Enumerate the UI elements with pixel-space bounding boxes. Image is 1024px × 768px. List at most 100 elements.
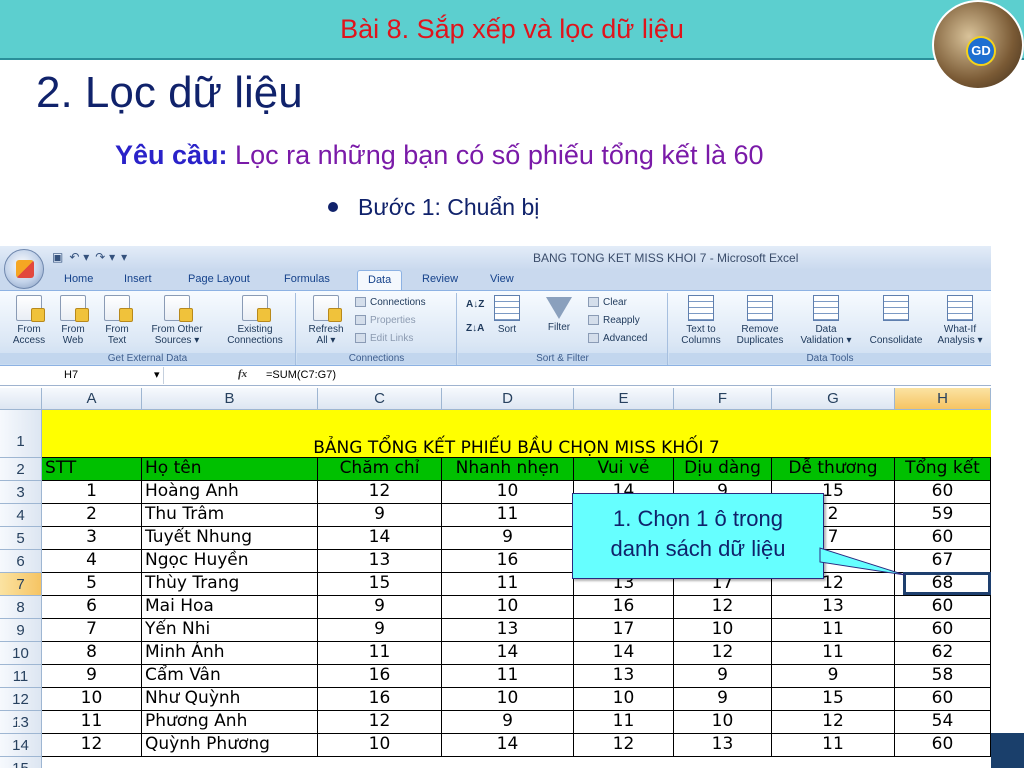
sheet-title-cell[interactable]: BẢNG TỔNG KẾT PHIẾU BẦU CHỌN MISS KHỐI 7: [42, 410, 991, 458]
existing-connections-button[interactable]: Existing Connections: [218, 295, 292, 346]
table-cell[interactable]: Thùy Trang: [142, 573, 318, 596]
table-cell[interactable]: 10: [674, 619, 772, 642]
row-header-11[interactable]: 11: [0, 665, 42, 688]
filter-button[interactable]: Filter: [542, 295, 576, 333]
table-cell[interactable]: 9: [442, 711, 574, 734]
table-cell[interactable]: 12: [574, 734, 674, 757]
table-cell[interactable]: 16: [442, 550, 574, 573]
table-cell[interactable]: 9: [674, 665, 772, 688]
table-cell[interactable]: 11: [772, 642, 895, 665]
table-cell[interactable]: 13: [442, 619, 574, 642]
table-cell[interactable]: Mai Hoa: [142, 596, 318, 619]
table-cell[interactable]: 11: [318, 642, 442, 665]
table-cell[interactable]: 13: [318, 550, 442, 573]
column-header-d[interactable]: D: [442, 388, 574, 410]
row-header-7[interactable]: 7: [0, 573, 42, 596]
table-cell[interactable]: 14: [318, 527, 442, 550]
table-cell[interactable]: 68: [895, 573, 991, 596]
table-header-cell[interactable]: STT: [42, 458, 142, 481]
from-text-button[interactable]: From Text: [96, 295, 138, 346]
consolidate-button[interactable]: Consolidate: [863, 295, 929, 346]
row-header-10[interactable]: 10: [0, 642, 42, 665]
reapply-button[interactable]: Reapply: [588, 315, 640, 326]
table-cell[interactable]: 2: [42, 504, 142, 527]
tab-data[interactable]: Data: [357, 270, 403, 290]
table-cell[interactable]: 60: [895, 688, 991, 711]
text-to-columns-button[interactable]: Text to Columns: [675, 295, 727, 346]
column-header-c[interactable]: C: [318, 388, 442, 410]
table-header-cell[interactable]: Vui vẻ: [574, 458, 674, 481]
table-cell[interactable]: Cẩm Vân: [142, 665, 318, 688]
sort-az-icon[interactable]: A↓Z: [466, 299, 484, 310]
tab-page-layout[interactable]: Page Layout: [188, 273, 250, 285]
table-cell[interactable]: 16: [318, 665, 442, 688]
table-header-cell[interactable]: Dịu dàng: [674, 458, 772, 481]
sort-button[interactable]: Sort: [492, 295, 522, 335]
table-cell[interactable]: 11: [772, 734, 895, 757]
table-cell[interactable]: 5: [42, 573, 142, 596]
table-cell[interactable]: 11: [772, 619, 895, 642]
table-cell[interactable]: 9: [318, 619, 442, 642]
save-icon[interactable]: ▣: [52, 250, 63, 264]
table-cell[interactable]: 3: [42, 527, 142, 550]
office-button[interactable]: [4, 249, 44, 289]
refresh-all-button[interactable]: Refresh All ▾: [303, 295, 349, 346]
table-cell[interactable]: 9: [318, 596, 442, 619]
table-cell[interactable]: 10: [574, 688, 674, 711]
fx-icon[interactable]: fx: [238, 368, 247, 380]
table-cell[interactable]: 13: [772, 596, 895, 619]
tab-view[interactable]: View: [490, 273, 514, 285]
table-cell[interactable]: 9: [42, 665, 142, 688]
table-cell[interactable]: 59: [895, 504, 991, 527]
table-cell[interactable]: 9: [318, 504, 442, 527]
tab-home[interactable]: Home: [64, 273, 93, 285]
table-cell[interactable]: 60: [895, 596, 991, 619]
formula-input[interactable]: =SUM(C7:G7): [266, 369, 336, 381]
table-cell[interactable]: Hoàng Anh: [142, 481, 318, 504]
row-header-2[interactable]: 2: [0, 458, 42, 481]
tab-formulas[interactable]: Formulas: [284, 273, 330, 285]
table-cell[interactable]: 12: [674, 642, 772, 665]
table-cell[interactable]: 11: [442, 504, 574, 527]
table-cell[interactable]: 17: [574, 619, 674, 642]
table-header-cell[interactable]: Nhanh nhẹn: [442, 458, 574, 481]
table-cell[interactable]: 15: [772, 688, 895, 711]
table-header-cell[interactable]: Họ tên: [142, 458, 318, 481]
table-cell[interactable]: 9: [674, 688, 772, 711]
table-cell[interactable]: 10: [318, 734, 442, 757]
column-header-a[interactable]: A: [42, 388, 142, 410]
table-cell[interactable]: 14: [574, 642, 674, 665]
table-cell[interactable]: 7: [42, 619, 142, 642]
table-cell[interactable]: 1: [42, 481, 142, 504]
table-cell[interactable]: 10: [442, 596, 574, 619]
tab-review[interactable]: Review: [422, 273, 458, 285]
table-cell[interactable]: 54: [895, 711, 991, 734]
table-cell[interactable]: 62: [895, 642, 991, 665]
row-header-14[interactable]: 14: [0, 734, 42, 757]
table-cell[interactable]: 11: [442, 665, 574, 688]
row-header-12[interactable]: 12: [0, 688, 42, 711]
from-other-sources-button[interactable]: From Other Sources ▾: [142, 295, 212, 346]
table-cell[interactable]: 60: [895, 527, 991, 550]
table-cell[interactable]: 6: [42, 596, 142, 619]
from-access-button[interactable]: From Access: [8, 295, 50, 346]
column-header-g[interactable]: G: [772, 388, 895, 410]
name-box[interactable]: H7 ▾: [4, 367, 164, 384]
column-header-b[interactable]: B: [142, 388, 318, 410]
table-cell[interactable]: 16: [318, 688, 442, 711]
table-cell[interactable]: 11: [42, 711, 142, 734]
edit-links-button[interactable]: Edit Links: [355, 333, 413, 344]
sort-za-icon[interactable]: Z↓A: [466, 323, 484, 334]
table-cell[interactable]: 58: [895, 665, 991, 688]
table-cell[interactable]: 12: [318, 711, 442, 734]
table-cell[interactable]: 67: [895, 550, 991, 573]
table-cell[interactable]: 10: [442, 481, 574, 504]
column-header-h[interactable]: H: [895, 388, 991, 410]
advanced-button[interactable]: Advanced: [588, 333, 647, 344]
table-header-cell[interactable]: Chăm chỉ: [318, 458, 442, 481]
customize-qat-icon[interactable]: ▾: [121, 250, 127, 264]
table-cell[interactable]: 60: [895, 481, 991, 504]
table-cell[interactable]: 10: [42, 688, 142, 711]
table-cell[interactable]: 14: [442, 642, 574, 665]
remove-duplicates-button[interactable]: Remove Duplicates: [731, 295, 789, 346]
